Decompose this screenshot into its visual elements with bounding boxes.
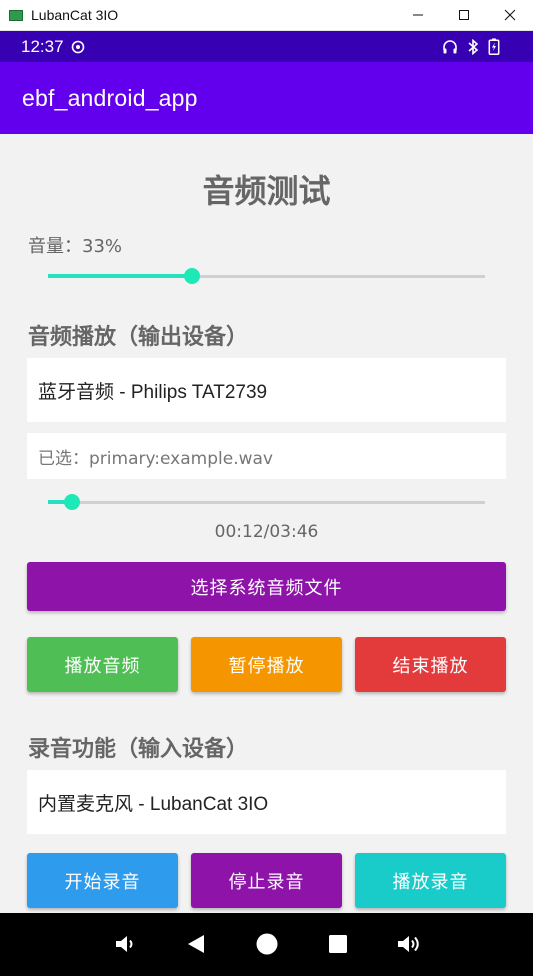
app-bar: ebf_android_app [0,62,533,134]
slider-fill [48,274,193,278]
playback-time: 00:12/03:46 [214,522,319,542]
window-title-bar: LubanCat 3IO [0,0,533,31]
app-icon [9,9,23,21]
volume-label: 音量：33% [28,236,123,257]
recording-section-title: 录音功能（输入设备） [28,737,249,762]
play-recording-button[interactable]: 播放录音 [355,853,506,908]
input-device-selector[interactable]: 内置麦克风 - LubanCat 3IO [27,770,506,834]
status-time: 12:37 [21,36,64,56]
stop-recording-button[interactable]: 停止录音 [191,853,342,908]
start-recording-button[interactable]: 开始录音 [27,853,178,908]
slider-thumb[interactable] [64,494,81,510]
stop-playback-button[interactable]: 结束播放 [355,637,506,692]
playback-section-title: 音频播放（输出设备） [28,325,249,350]
maximize-icon [459,10,469,20]
main-content: 音频测试 音量：33% 音频播放（输出设备） 蓝牙音频 - Philips TA… [0,134,533,913]
selected-file-field: 已选：primary:example.wav [27,433,506,479]
slider-thumb[interactable] [184,268,201,284]
navigation-bar [0,913,533,976]
status-bar: 12:37 [0,31,533,62]
back-icon[interactable] [183,931,209,957]
playback-progress-slider[interactable] [48,492,485,512]
close-icon [504,9,516,21]
output-device-selector[interactable]: 蓝牙音频 - Philips TAT2739 [27,358,506,422]
volume-down-icon[interactable] [112,931,138,957]
minimize-button[interactable] [395,0,441,31]
slider-track [48,501,485,504]
close-button[interactable] [487,0,533,31]
page-title: 音频测试 [202,172,331,210]
pause-playback-button[interactable]: 暂停播放 [191,637,342,692]
window-title: LubanCat 3IO [31,7,119,23]
volume-up-icon[interactable] [396,931,422,957]
bluetooth-icon [466,38,480,55]
app-bar-title: ebf_android_app [22,84,198,111]
maximize-button[interactable] [441,0,487,31]
play-audio-button[interactable]: 播放音频 [27,637,178,692]
minimize-icon [413,14,423,16]
choose-audio-file-button[interactable]: 选择系统音频文件 [27,562,506,611]
settings-circle-icon [71,40,85,54]
recents-icon[interactable] [325,931,351,957]
headset-icon [442,39,458,55]
volume-slider[interactable] [48,266,485,286]
battery-charging-icon [488,38,500,55]
home-icon[interactable] [254,931,280,957]
